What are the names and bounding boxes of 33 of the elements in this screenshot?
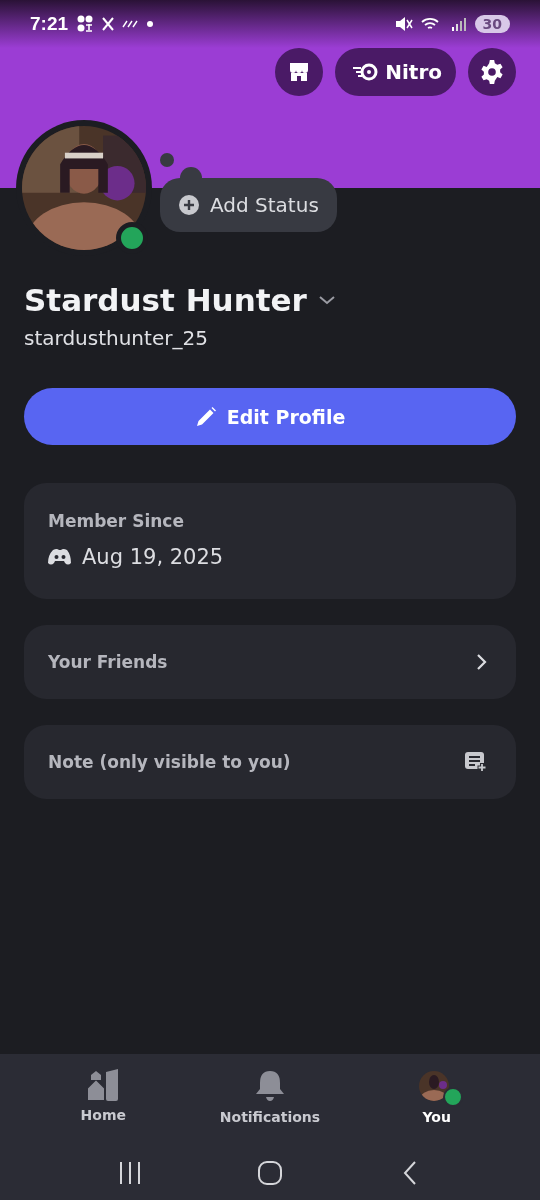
game-controller-icon [48,548,72,566]
nitro-icon [351,62,380,82]
display-name: Stardust Hunter [24,282,307,318]
add-status-button[interactable]: Add Status [160,178,337,232]
recent-apps-icon[interactable] [117,1160,143,1186]
status-time: 7:21 [30,13,69,35]
slashes-icon [122,20,139,28]
nav-tab[interactable]: Home [33,1068,174,1146]
signal-icon [450,16,467,32]
x-icon [102,17,115,31]
note-field[interactable]: Note (only visible to you) [24,725,516,799]
card-title: Member Since [48,511,184,531]
add-icon [178,194,200,216]
username: stardusthunter_25 [24,326,208,350]
home-button-icon[interactable] [257,1160,283,1186]
mute-icon [394,16,413,32]
chevron-right-icon [474,653,488,671]
settings-button[interactable] [468,48,516,96]
download-icon [76,15,95,33]
note-add-icon [464,751,488,773]
shop-button[interactable] [275,48,324,96]
home-icon [86,1069,121,1101]
pencil-icon [194,405,217,428]
friends-row[interactable]: Your Friends [24,625,516,699]
dot-icon [146,20,155,28]
settings-icon [479,59,505,85]
nitro-button[interactable]: Nitro [335,48,456,96]
nav-tab[interactable]: You [366,1068,507,1146]
bell-icon [255,1069,285,1103]
nav-tab[interactable]: Notifications [200,1068,340,1146]
battery-level: 30 [474,15,510,33]
member-since-date: Aug 19, 2025 [82,545,224,569]
edit-profile-button[interactable]: Edit Profile [24,388,516,445]
